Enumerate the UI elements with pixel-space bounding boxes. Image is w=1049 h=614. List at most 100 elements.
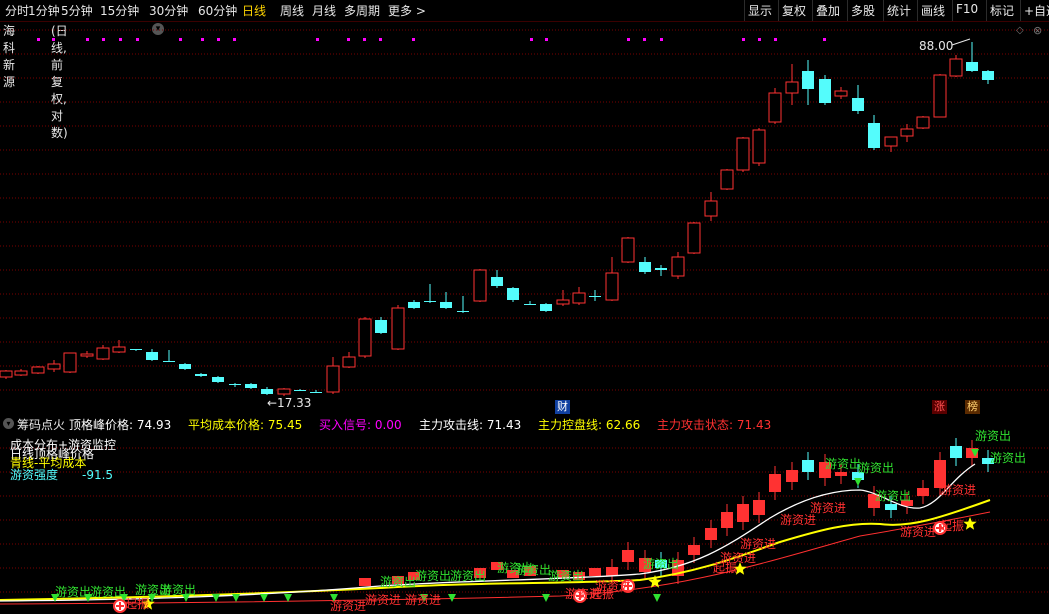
period-tab-7[interactable]: 周线 <box>280 2 304 19</box>
candle-body-down <box>229 384 241 385</box>
candle-body-down <box>179 364 191 369</box>
candle-body-up <box>884 136 898 147</box>
indicator-candle <box>835 472 847 476</box>
start-tag: 起振 <box>713 561 737 575</box>
high-pointer <box>951 38 971 46</box>
indicator-candle <box>737 504 749 522</box>
signal-dot <box>179 38 182 41</box>
candle-body-down <box>819 79 831 103</box>
candle-body-down <box>802 71 814 89</box>
period-tab-4[interactable]: 30分钟 <box>149 2 188 19</box>
candle-body-up <box>112 346 126 353</box>
candle-body-up <box>47 363 61 370</box>
fund-out-tag: 游资出 <box>643 557 679 571</box>
indicator-candle <box>688 545 700 555</box>
indicator-candle <box>589 568 601 576</box>
fund-out-tag: 游资出 <box>450 569 486 583</box>
candlestick-chart[interactable]: 88.00 ←17.33 <box>0 22 1049 414</box>
fund-in-tag: 游资进 <box>330 599 366 613</box>
period-tab-8[interactable]: 月线 <box>312 2 336 19</box>
fund-out-tag: 游资出 <box>825 457 861 471</box>
toolbar-button-8[interactable]: +自选 <box>1024 2 1049 19</box>
green-arrow-icon <box>854 478 862 486</box>
fund-out-tag: 游资出 <box>160 583 196 597</box>
candle-body-up <box>96 347 110 360</box>
toolbar-button-1[interactable]: 复权 <box>782 2 806 19</box>
indicator-candle <box>753 500 765 515</box>
fund-out-tag: 游资出 <box>415 569 451 583</box>
signal-dot <box>102 38 105 41</box>
period-tab-5[interactable]: 60分钟 <box>198 2 237 19</box>
fund-out-tag: 游资出 <box>380 575 416 589</box>
high-price-label: 88.00 <box>919 39 953 53</box>
fund-out-tag: 游资出 <box>548 569 584 583</box>
candle-body-down <box>639 262 651 272</box>
finance-marker[interactable]: 财 <box>555 400 570 414</box>
fund-in-tag: 游资进 <box>405 593 441 607</box>
limit-up-marker[interactable]: 涨 <box>932 400 947 414</box>
candle-body-up <box>473 269 487 302</box>
candle-body-down <box>261 389 273 394</box>
period-tab-9[interactable]: 多周期 <box>344 2 380 19</box>
signal-dot <box>412 38 415 41</box>
candle-body-up <box>0 370 13 378</box>
toolbar-button-6[interactable]: F10 <box>956 2 978 16</box>
candle-body-up <box>556 299 570 305</box>
toolbar-button-2[interactable]: 叠加 <box>816 2 840 19</box>
candle-body-up <box>834 90 848 97</box>
fund-out-tag: 游资出 <box>90 585 126 599</box>
green-arrow-icon <box>212 594 220 602</box>
signal-dot <box>217 38 220 41</box>
indicator-candle <box>802 460 814 472</box>
toolbar-button-7[interactable]: 标记 <box>990 2 1014 19</box>
toolbar-separator <box>778 0 779 21</box>
start-tag: 起振 <box>125 597 149 611</box>
green-arrow-icon <box>653 594 661 602</box>
signal-dot <box>86 38 89 41</box>
toolbar-button-5[interactable]: 画线 <box>921 2 945 19</box>
star-icon <box>963 517 977 530</box>
signal-dot <box>347 38 350 41</box>
candle-body-up <box>768 92 782 123</box>
candle-body-up <box>752 129 766 164</box>
candle-body-up <box>949 58 963 77</box>
period-tab-1[interactable]: 1分钟 <box>28 2 60 19</box>
ranking-marker[interactable]: 榜 <box>965 400 980 414</box>
candle-body-down <box>440 302 452 308</box>
period-tab-0[interactable]: 分时 <box>5 2 29 19</box>
period-tab-2[interactable]: 5分钟 <box>61 2 93 19</box>
signal-dot <box>545 38 548 41</box>
period-toolbar: 分时 1分钟 5分钟 15分钟 30分钟 60分钟 日线 周线 月线 多周期 更多 > 显示 复权 叠加多… <box>0 0 1049 22</box>
green-arrow-icon <box>260 594 268 602</box>
toolbar-separator <box>1020 0 1021 21</box>
candle-body-up <box>14 370 28 376</box>
toolbar-button-0[interactable]: 显示 <box>748 2 772 19</box>
candle-body-up <box>277 388 291 395</box>
period-tab-3[interactable]: 15分钟 <box>100 2 139 19</box>
signal-dot <box>823 38 826 41</box>
toolbar-button-4[interactable]: 统计 <box>887 2 911 19</box>
candle-body-down <box>424 301 436 302</box>
candle-body-down <box>163 361 175 362</box>
candle-body-up <box>572 292 586 304</box>
green-arrow-icon <box>542 594 550 602</box>
signal-dot <box>530 38 533 41</box>
candle-body-up <box>785 81 799 94</box>
fund-out-tag: 游资出 <box>875 489 911 503</box>
period-tab-10[interactable]: 更多 > <box>388 2 426 19</box>
period-tab-6[interactable]: 日线 <box>242 2 266 19</box>
candle-body-up <box>916 116 930 129</box>
fund-out-tag: 游资出 <box>858 461 894 475</box>
candle-body-up <box>687 222 701 254</box>
fund-in-tag: 游资进 <box>900 525 936 539</box>
signal-dot <box>643 38 646 41</box>
candle-body-down <box>524 304 536 305</box>
signal-dot <box>233 38 236 41</box>
toolbar-button-3[interactable]: 多股 <box>851 2 875 19</box>
candle-body-down <box>310 392 322 393</box>
indicator-chart[interactable]: 游资出游资出 游资出游资出游资出游资出游资出游资出游资出游资出游资出游资出游资出游… <box>0 414 1049 614</box>
fund-out-tag: 游资出 <box>55 585 91 599</box>
signal-dot <box>379 38 382 41</box>
legend-strength: 游资强度 <box>10 468 59 482</box>
signal-dot <box>52 38 55 41</box>
